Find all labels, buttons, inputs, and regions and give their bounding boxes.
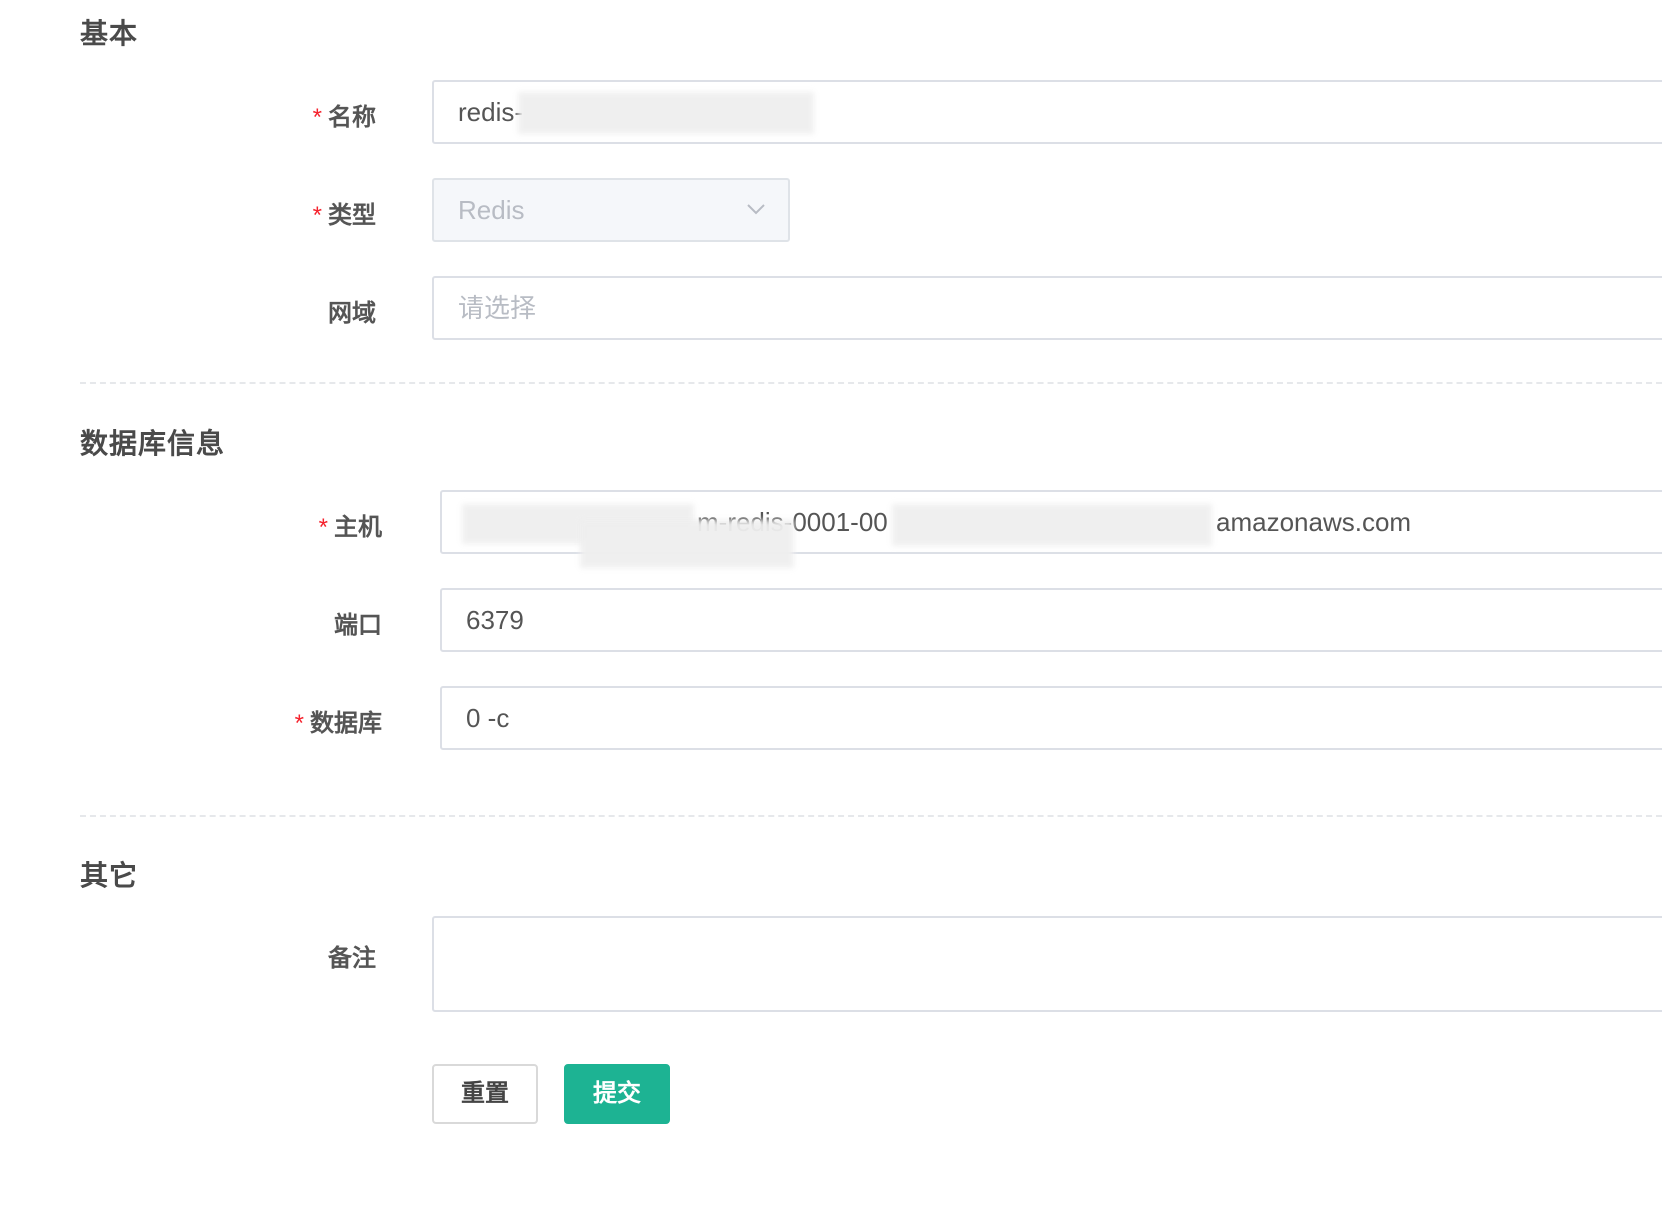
- section-divider: [80, 382, 1662, 384]
- type-label-text: 类型: [328, 202, 376, 229]
- host-label: * 主机: [319, 507, 382, 542]
- submit-button[interactable]: 提交: [564, 1064, 670, 1124]
- remark-textarea[interactable]: [432, 916, 1662, 1012]
- section-title-database: 数据库信息: [80, 428, 226, 459]
- port-input[interactable]: 6379: [440, 588, 1662, 652]
- database-label: * 数据库: [295, 703, 382, 738]
- name-label: * 名称: [313, 97, 376, 132]
- remark-label-text: 备注: [328, 945, 376, 972]
- domain-placeholder: 请选择: [458, 293, 537, 323]
- section-title-other: 其它: [80, 860, 139, 891]
- type-select[interactable]: Redis: [432, 178, 790, 242]
- port-label: 端口: [334, 605, 382, 640]
- required-mark: *: [312, 202, 322, 229]
- type-label: * 类型: [313, 195, 376, 230]
- redaction-block: [580, 520, 794, 568]
- required-mark: *: [312, 104, 322, 131]
- name-label-text: 名称: [328, 104, 376, 131]
- section-title-basic: 基本: [80, 18, 139, 49]
- port-label-text: 端口: [334, 612, 382, 639]
- domain-select[interactable]: 请选择: [432, 276, 1662, 340]
- domain-label-text: 网域: [328, 300, 376, 327]
- port-value: 6379: [466, 605, 524, 635]
- domain-label: 网域: [328, 293, 376, 328]
- required-mark: *: [318, 514, 328, 541]
- database-label-text: 数据库: [310, 710, 382, 737]
- type-value: Redis: [458, 195, 525, 225]
- required-mark: *: [294, 710, 304, 737]
- host-value-end: amazonaws.com: [1216, 507, 1412, 537]
- reset-button[interactable]: 重置: [432, 1064, 538, 1124]
- name-value: redis-: [458, 97, 524, 127]
- database-input[interactable]: 0 -c: [440, 686, 1662, 750]
- database-value: 0 -c: [466, 703, 510, 733]
- section-divider: [80, 815, 1662, 817]
- host-label-text: 主机: [334, 514, 382, 541]
- redaction-block: [892, 504, 1212, 546]
- remark-label: 备注: [328, 938, 376, 973]
- redaction-block: [518, 92, 814, 134]
- chevron-down-icon: [747, 204, 765, 215]
- edit-datasource-form: 基本 * 名称 redis- * 类型 Redis 网域 请选择 数据库信息 * 主机…: [0, 0, 1662, 1228]
